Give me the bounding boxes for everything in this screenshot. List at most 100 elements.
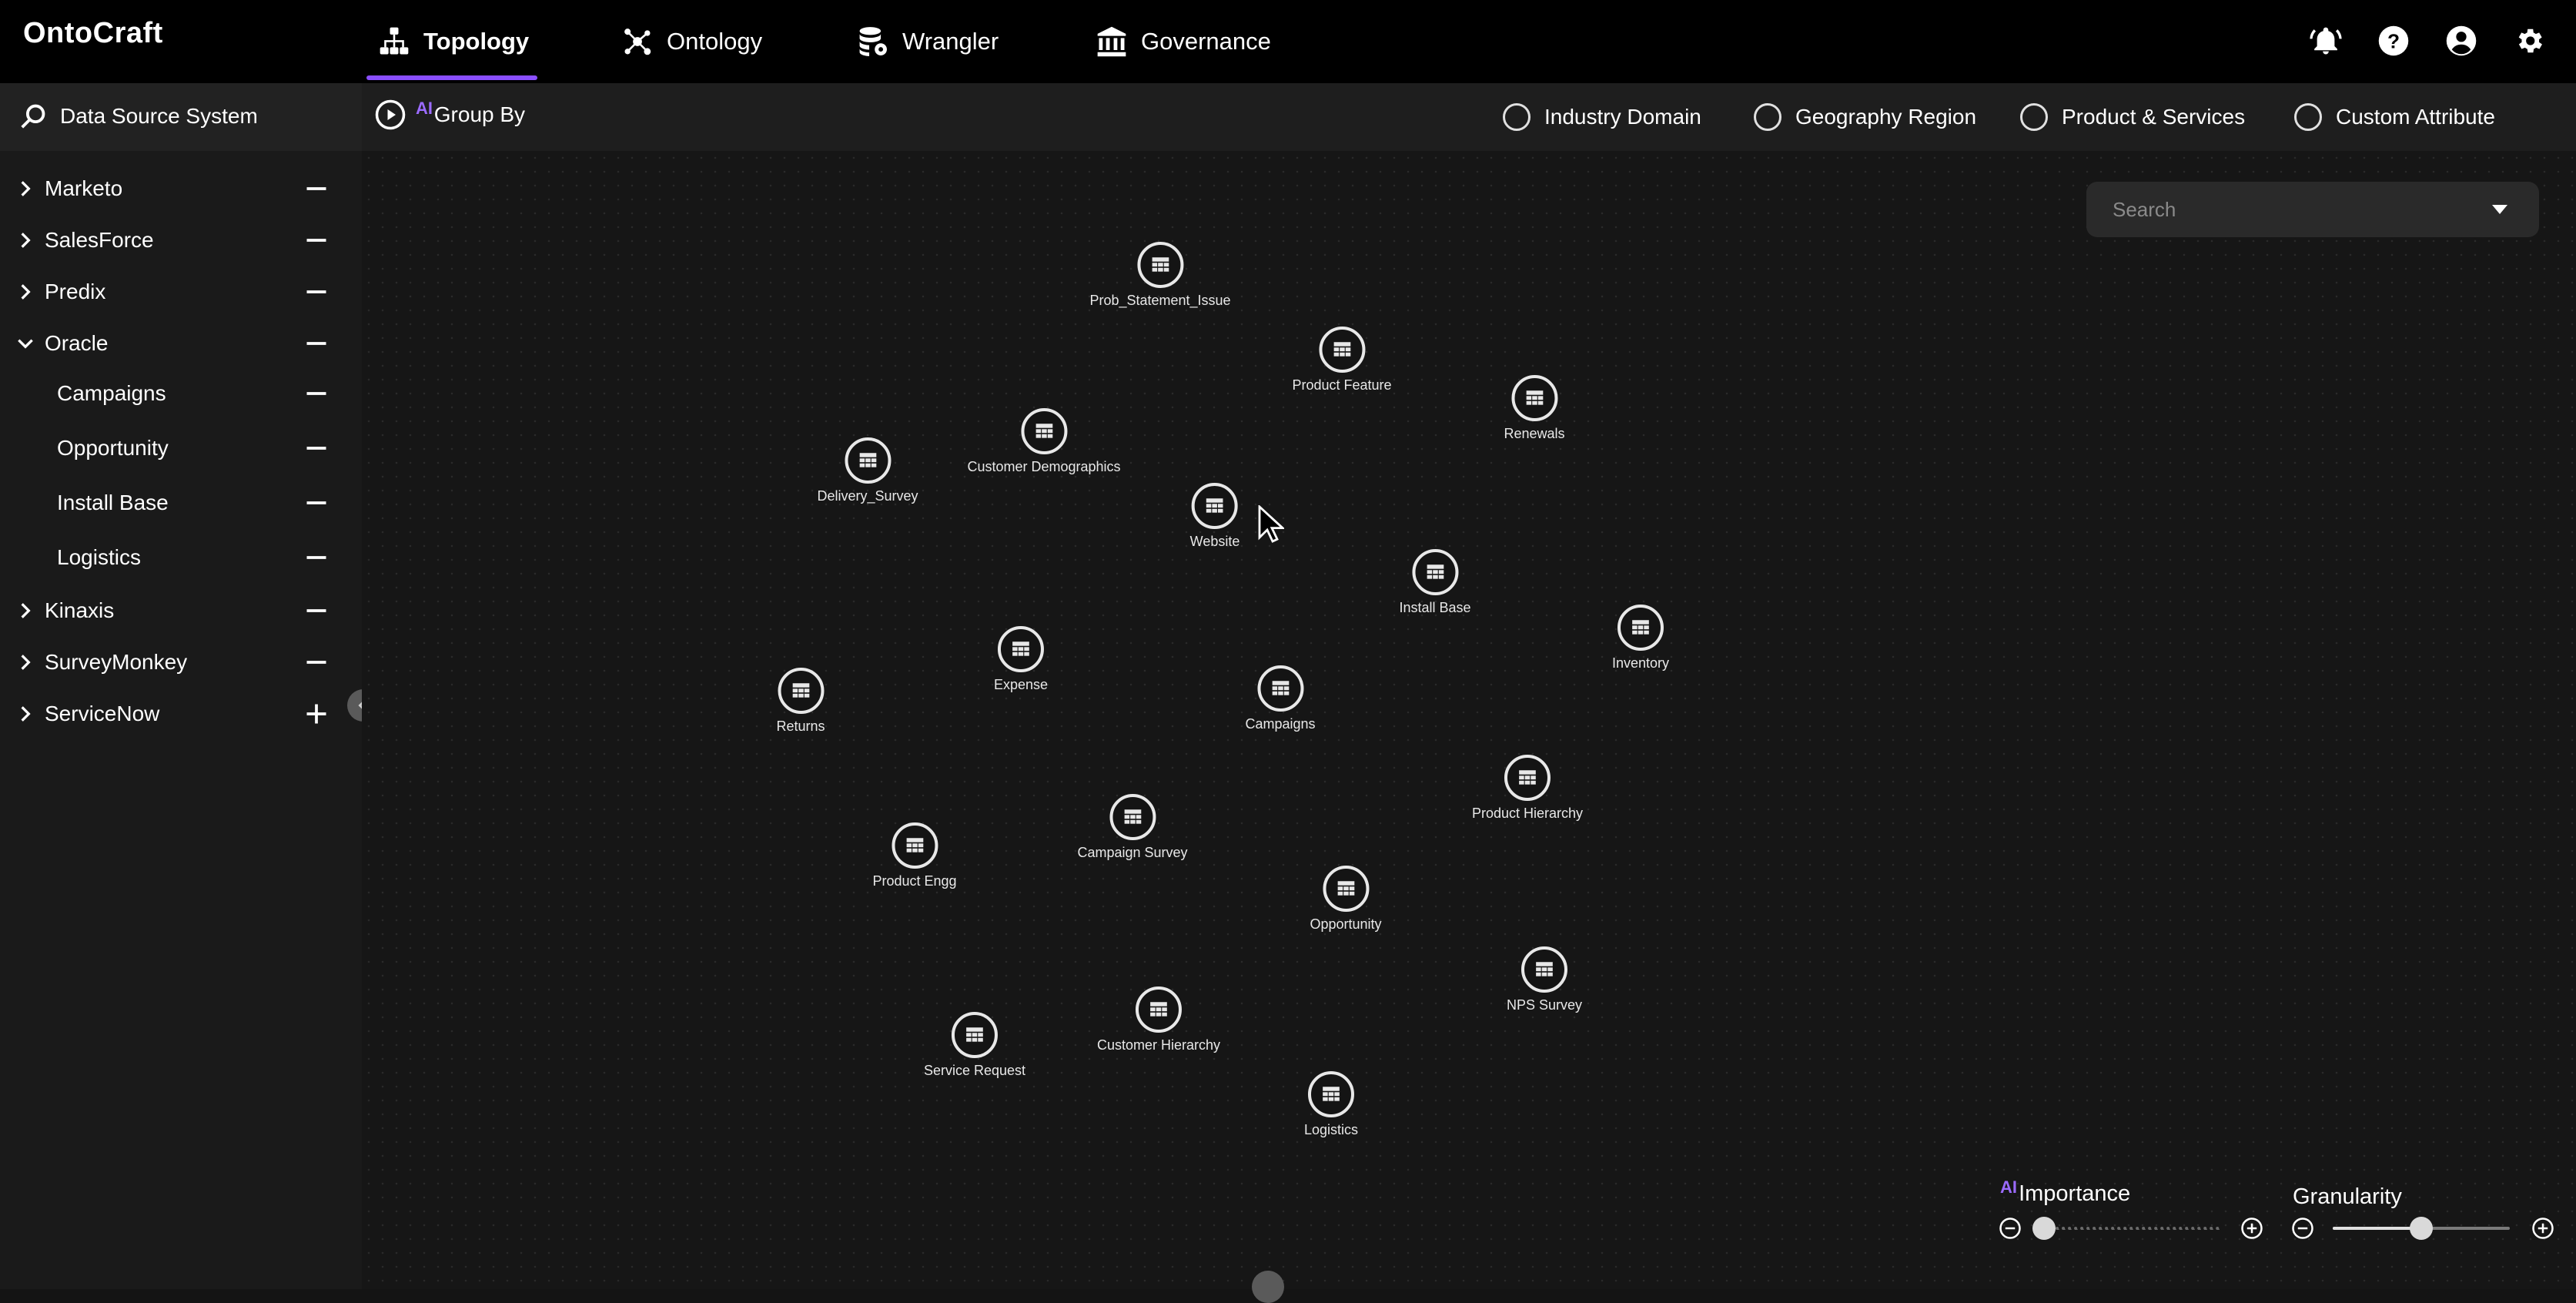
minus-icon[interactable] — [305, 332, 328, 355]
chevron-right-icon[interactable] — [15, 230, 35, 250]
topology-node[interactable]: Install Base — [1399, 549, 1471, 616]
topology-node[interactable]: Product Feature — [1292, 327, 1392, 394]
tab-topology[interactable]: Topology — [377, 20, 529, 63]
radio-industry-domain[interactable]: Industry Domain — [1503, 103, 1701, 131]
topology-node[interactable]: Logistics — [1304, 1071, 1358, 1138]
topology-node[interactable]: Product Engg — [872, 822, 957, 889]
topology-node[interactable]: Renewals — [1504, 375, 1565, 442]
node-circle[interactable] — [844, 437, 891, 484]
minus-icon[interactable] — [305, 546, 328, 569]
sidebar-subitem-logistics[interactable]: Logistics — [0, 534, 362, 581]
node-circle[interactable] — [1137, 242, 1183, 288]
importance-slider[interactable] — [2032, 1217, 2220, 1240]
topology-node[interactable]: Campaign Survey — [1077, 794, 1188, 861]
tab-ontology[interactable]: Ontology — [621, 20, 762, 63]
radio-circle[interactable] — [1754, 103, 1781, 131]
minus-icon[interactable] — [305, 382, 328, 405]
plus-icon[interactable] — [305, 702, 328, 725]
sidebar-subitem-opportunity[interactable]: Opportunity — [0, 424, 362, 472]
notifications-button[interactable] — [2308, 23, 2343, 59]
chevron-right-icon[interactable] — [15, 652, 35, 672]
sidebar-item-oracle[interactable]: Oracle — [0, 320, 362, 367]
topology-node[interactable]: Opportunity — [1310, 866, 1382, 933]
topology-node[interactable]: Returns — [776, 668, 825, 735]
node-circle[interactable] — [778, 668, 824, 714]
expand-bottom-panel-button[interactable] — [1252, 1271, 1284, 1303]
radio-circle[interactable] — [2294, 103, 2322, 131]
sidebar-item-marketo[interactable]: Marketo — [0, 165, 362, 213]
radio-circle[interactable] — [2020, 103, 2048, 131]
node-circle[interactable] — [1510, 375, 1557, 421]
minus-icon[interactable] — [305, 280, 328, 303]
granularity-slider[interactable] — [2333, 1217, 2510, 1240]
topology-node[interactable]: Service Request — [924, 1012, 1025, 1079]
minus-icon[interactable] — [305, 437, 328, 460]
node-circle[interactable] — [1323, 866, 1369, 912]
granularity-decrease-icon[interactable] — [2291, 1217, 2314, 1240]
caret-down-icon[interactable] — [2491, 203, 2508, 216]
topology-node[interactable]: Customer Demographics — [967, 408, 1121, 475]
tab-governance[interactable]: Governance — [1095, 20, 1271, 63]
sidebar-item-salesforce[interactable]: SalesForce — [0, 216, 362, 264]
app-logo[interactable]: OntoCraft — [23, 17, 163, 50]
chevron-right-icon[interactable] — [15, 179, 35, 199]
node-circle[interactable] — [891, 822, 938, 869]
radio-geography-region[interactable]: Geography Region — [1754, 103, 1976, 131]
node-circle[interactable] — [1521, 946, 1567, 993]
tab-wrangler[interactable]: Wrangler — [856, 20, 999, 63]
topology-canvas[interactable] — [362, 151, 2576, 1289]
sidebar-item-servicenow[interactable]: ServiceNow — [0, 690, 362, 738]
node-circle[interactable] — [998, 626, 1044, 672]
importance-increase-icon[interactable] — [2240, 1217, 2263, 1240]
settings-button[interactable] — [2511, 23, 2547, 59]
topology-node[interactable]: Prob_Statement_Issue — [1089, 242, 1231, 309]
chevron-right-icon[interactable] — [15, 282, 35, 302]
topology-node[interactable]: NPS Survey — [1507, 946, 1582, 1013]
minus-icon[interactable] — [305, 491, 328, 514]
importance-slider-thumb[interactable] — [2032, 1217, 2056, 1240]
topology-node[interactable]: Expense — [994, 626, 1048, 693]
topology-node[interactable]: Delivery_Survey — [817, 437, 918, 504]
sidebar-subitem-install-base[interactable]: Install Base — [0, 479, 362, 527]
granularity-increase-icon[interactable] — [2531, 1217, 2554, 1240]
sidebar-item-surveymonkey[interactable]: SurveyMonkey — [0, 638, 362, 686]
minus-icon[interactable] — [305, 599, 328, 622]
help-button[interactable]: ? — [2376, 23, 2411, 59]
node-circle[interactable] — [1617, 605, 1664, 651]
importance-decrease-icon[interactable] — [1999, 1217, 2022, 1240]
minus-icon[interactable] — [305, 177, 328, 200]
account-button[interactable] — [2444, 23, 2479, 59]
node-label: Customer Demographics — [967, 459, 1121, 474]
topology-node[interactable]: Product Hierarchy — [1472, 755, 1583, 822]
chevron-down-icon[interactable] — [15, 333, 35, 353]
radio-custom-attribute[interactable]: Custom Attribute — [2294, 103, 2495, 131]
node-circle[interactable] — [1191, 483, 1238, 529]
topology-node[interactable]: Campaigns — [1245, 665, 1316, 732]
data-source-system[interactable]: Data Source System — [18, 102, 258, 131]
topology-node[interactable]: Inventory — [1612, 605, 1669, 672]
node-search[interactable] — [2086, 182, 2539, 237]
sidebar-item-kinaxis[interactable]: Kinaxis — [0, 587, 362, 635]
node-circle[interactable] — [1135, 986, 1182, 1033]
node-circle[interactable] — [1109, 794, 1156, 840]
radio-circle[interactable] — [1503, 103, 1531, 131]
node-circle[interactable] — [1308, 1071, 1354, 1117]
node-circle[interactable] — [1504, 755, 1551, 801]
sidebar-item-predix[interactable]: Predix — [0, 268, 362, 316]
topology-node[interactable]: Customer Hierarchy — [1097, 986, 1220, 1053]
granularity-slider-thumb[interactable] — [2410, 1217, 2433, 1240]
chevron-right-icon[interactable] — [15, 704, 35, 724]
sidebar-subitem-campaigns[interactable]: Campaigns — [0, 370, 362, 417]
node-circle[interactable] — [1256, 665, 1303, 712]
search-input[interactable] — [2113, 197, 2467, 222]
chevron-right-icon[interactable] — [15, 601, 35, 621]
group-by-control[interactable]: AI Group By — [374, 99, 525, 131]
node-circle[interactable] — [1020, 408, 1067, 454]
node-circle[interactable] — [1412, 549, 1458, 595]
node-circle[interactable] — [1318, 327, 1365, 373]
radio-product-services[interactable]: Product & Services — [2020, 103, 2245, 131]
node-circle[interactable] — [951, 1012, 998, 1058]
minus-icon[interactable] — [305, 651, 328, 674]
topology-node[interactable]: Website — [1190, 483, 1239, 550]
minus-icon[interactable] — [305, 229, 328, 252]
